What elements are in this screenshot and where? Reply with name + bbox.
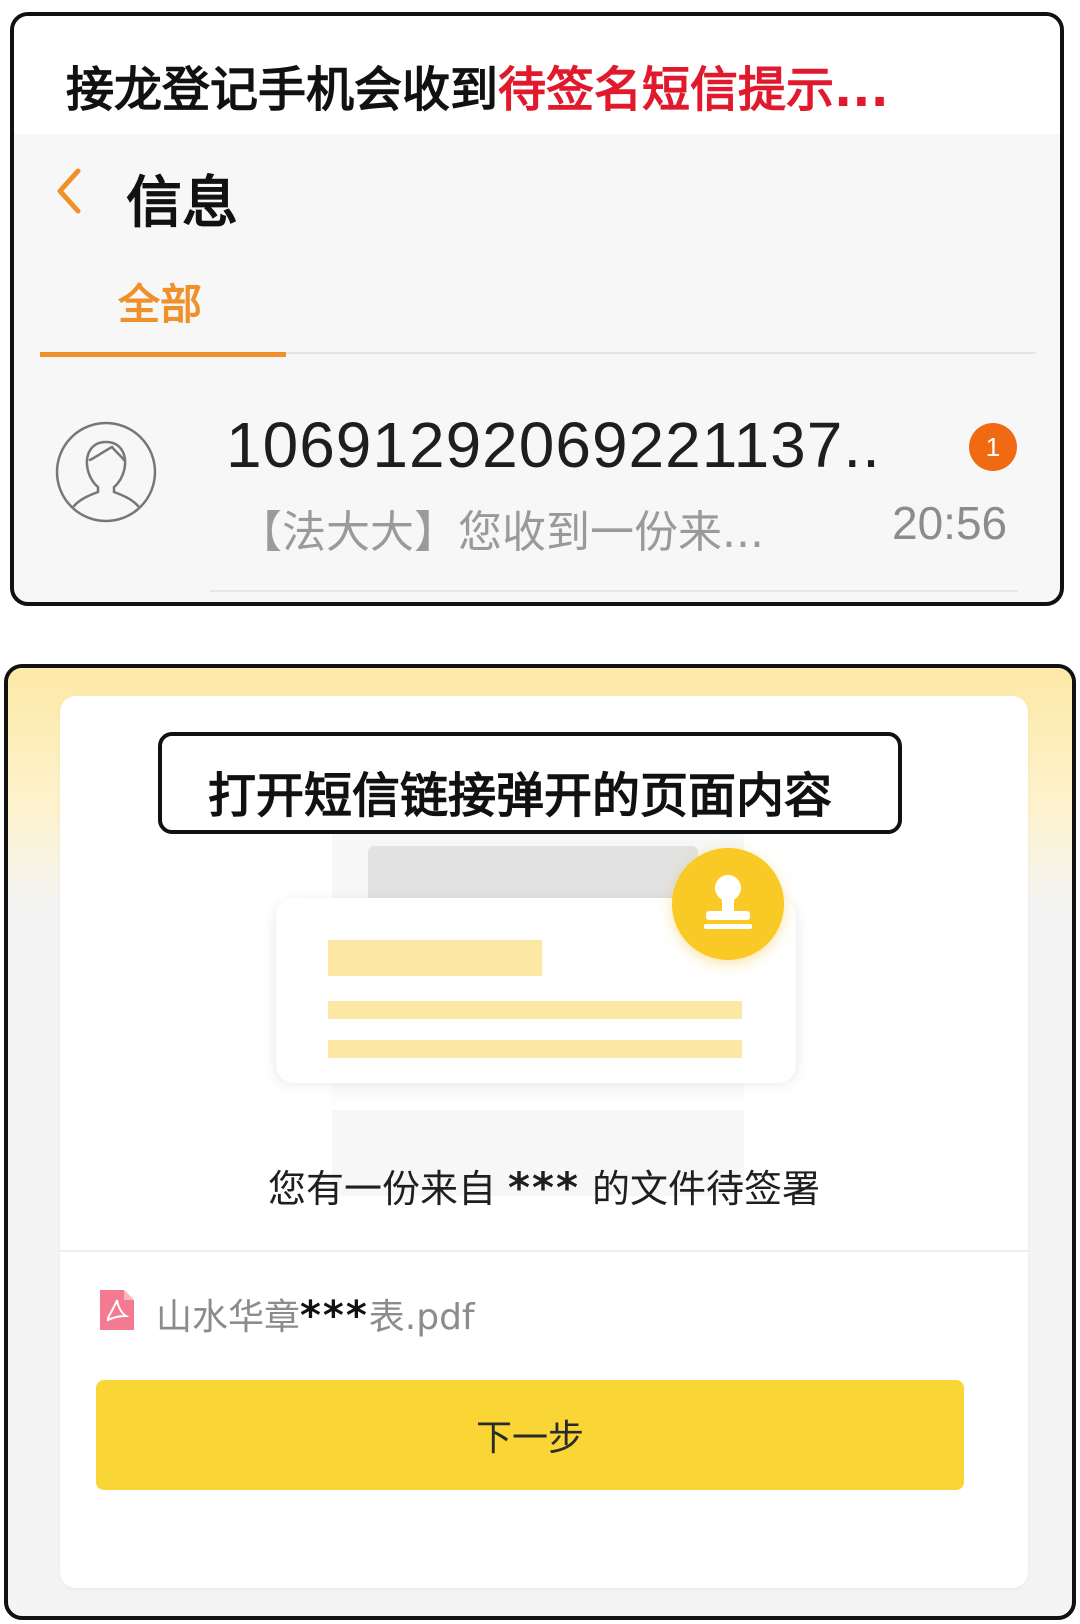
row-divider: [210, 590, 1018, 592]
unread-badge: 1: [969, 423, 1017, 471]
pdf-file-icon: [100, 1290, 134, 1330]
file-name-masked: ***: [300, 1293, 369, 1339]
card-divider: [60, 1250, 1028, 1252]
tab-all[interactable]: 全部: [118, 271, 202, 332]
illustration-line: [328, 1001, 742, 1019]
popup-caption: 打开短信链接弹开的页面内容: [208, 768, 833, 824]
message-time: 20:56: [892, 497, 1008, 549]
seal-stamp-icon: [672, 848, 784, 960]
illustration-back-bar: [368, 846, 698, 898]
sign-request-panel: 打开短信链接弹开的页面内容 您有一份来自 *** 的文件待签署 山水华章***表…: [4, 664, 1076, 1620]
tab-active-indicator: [40, 352, 286, 357]
sms-inbox-panel: 接龙登记手机会收到待签名短信提示... 信息 全部 10691292069221…: [10, 12, 1064, 606]
inbox-caption: 接龙登记手机会收到待签名短信提示...: [66, 50, 889, 120]
illustration-line: [328, 1040, 742, 1058]
illustration-fade: [68, 1068, 1024, 1110]
pending-prefix: 您有一份来自: [267, 1167, 496, 1211]
next-step-button[interactable]: 下一步: [96, 1380, 964, 1490]
file-name-suffix: 表.pdf: [368, 1297, 475, 1338]
message-sender: 10691292069221137..: [226, 409, 881, 481]
pending-suffix: 的文件待签署: [592, 1167, 821, 1211]
message-preview: 【法大大】您收到一份来...: [238, 507, 764, 558]
pending-sign-text: 您有一份来自 *** 的文件待签署: [8, 1158, 1072, 1213]
chevron-left-icon[interactable]: [48, 161, 88, 221]
caption-highlight: 待签名短信提示...: [498, 62, 889, 118]
file-name[interactable]: 山水华章***表.pdf: [156, 1288, 475, 1340]
person-avatar-icon: [55, 421, 157, 523]
masked-sender: ***: [508, 1163, 580, 1212]
caption-prefix: 接龙登记手机会收到: [66, 62, 499, 118]
page-title: 信息: [126, 171, 238, 236]
illustration-line: [328, 940, 542, 976]
file-name-prefix: 山水华章: [156, 1297, 301, 1338]
